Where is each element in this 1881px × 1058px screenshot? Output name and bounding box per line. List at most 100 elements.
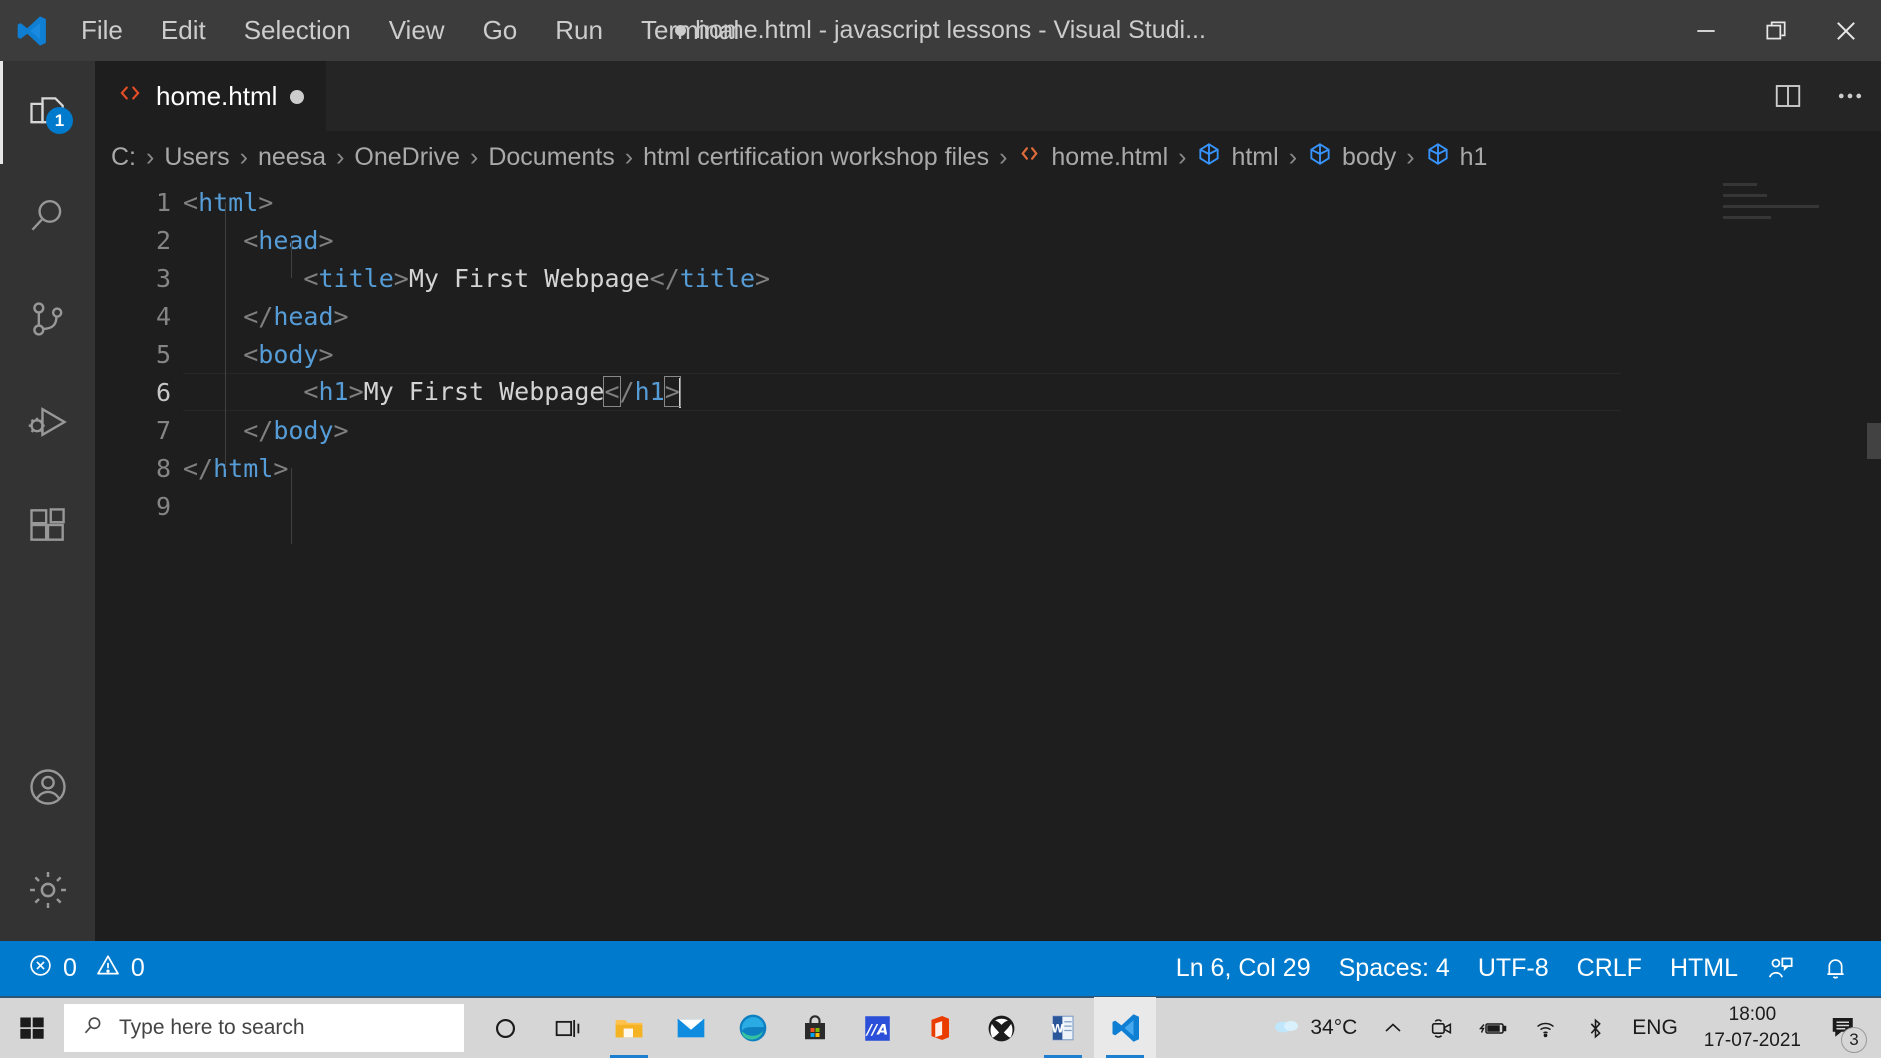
menu-view[interactable]: View [370, 9, 464, 52]
minimap-line [1723, 216, 1771, 219]
meet-now-icon[interactable] [1417, 997, 1466, 1058]
edge-icon[interactable] [722, 997, 784, 1058]
status-cursor-position[interactable]: Ln 6, Col 29 [1162, 941, 1325, 996]
code-line[interactable]: 2 <head> [95, 221, 1881, 259]
code-line[interactable]: 8 </html> [95, 449, 1881, 487]
sidebar-item-manage[interactable] [0, 838, 95, 941]
word-icon[interactable]: W [1032, 997, 1094, 1058]
minimap[interactable] [1723, 183, 1863, 941]
windows-start-icon[interactable] [0, 997, 64, 1058]
weather-widget[interactable]: 34°C [1260, 997, 1369, 1058]
xbox-icon[interactable] [970, 997, 1032, 1058]
breadcrumb-item-drive[interactable]: C: [105, 143, 142, 172]
sidebar-item-accounts[interactable] [0, 735, 95, 838]
breadcrumb-item-documents[interactable]: Documents [482, 143, 620, 172]
sidebar-item-source-control[interactable] [0, 267, 95, 370]
code-lines: 1 <html> 2 <head> 3 <title>My First Webpage… [95, 183, 1881, 525]
html-tag-icon [1017, 141, 1042, 173]
code-editor[interactable]: 1 <html> 2 <head> 3 <title>My First Webpage… [95, 183, 1881, 941]
code-line[interactable]: 7 </body> [95, 411, 1881, 449]
bell-icon[interactable] [1808, 941, 1863, 996]
minimize-button[interactable] [1671, 0, 1741, 61]
error-count: 0 [63, 954, 77, 982]
breadcrumb-item-symbol-html[interactable]: html [1190, 141, 1284, 174]
tab-home-html[interactable]: home.html [95, 61, 327, 131]
wifi-icon[interactable] [1520, 997, 1571, 1058]
symbol-field-icon [1425, 141, 1451, 174]
status-indentation[interactable]: Spaces: 4 [1325, 941, 1464, 996]
status-problems[interactable]: 0 0 [14, 941, 159, 996]
scrollbar-thumb[interactable] [1867, 423, 1881, 459]
breadcrumb-item-neesa[interactable]: neesa [252, 143, 332, 172]
blue-app-icon[interactable]: //A [846, 997, 908, 1058]
line-number: 9 [155, 491, 171, 521]
bluetooth-icon[interactable] [1571, 997, 1620, 1058]
search-input[interactable]: Type here to search [64, 1004, 464, 1052]
text-cursor [678, 377, 681, 408]
split-editor-icon[interactable] [1757, 61, 1819, 131]
code-line[interactable]: 4 </head> [95, 297, 1881, 335]
code-line[interactable]: 6 <h1>My First Webpage</h1> [95, 373, 1881, 411]
feedback-icon[interactable] [1752, 941, 1808, 996]
store-icon[interactable] [784, 997, 846, 1058]
code-line[interactable]: 3 <title>My First Webpage</title> [95, 259, 1881, 297]
breadcrumb-item-file[interactable]: home.html [1011, 141, 1174, 173]
file-explorer-icon[interactable] [598, 997, 660, 1058]
mail-icon[interactable] [660, 997, 722, 1058]
line-number: 7 [155, 415, 171, 445]
status-bar: 0 0 Ln 6, Col 29 Spaces: 4 UTF-8 CRLF HT… [0, 941, 1881, 996]
minimap-line [1723, 205, 1819, 208]
breadcrumb-item-users[interactable]: Users [158, 143, 235, 172]
breadcrumb-label: C: [111, 142, 136, 171]
weather-temperature: 34°C [1310, 1016, 1358, 1039]
line-number: 6 [155, 377, 171, 407]
clock[interactable]: 18:00 17-07-2021 [1690, 997, 1815, 1058]
code-line[interactable]: 1 <html> [95, 183, 1881, 221]
menu-edit[interactable]: Edit [142, 9, 225, 52]
sidebar-item-run-and-debug[interactable] [0, 370, 95, 473]
code-token: < [603, 375, 621, 407]
code-line[interactable]: 5 <body> [95, 335, 1881, 373]
menu-selection[interactable]: Selection [225, 9, 370, 52]
maximize-restore-button[interactable] [1741, 0, 1811, 61]
battery-charging-icon[interactable] [1466, 997, 1520, 1058]
vscode-icon[interactable] [1094, 997, 1156, 1058]
breadcrumb-item-symbol-h1[interactable]: h1 [1419, 141, 1494, 174]
language-indicator[interactable]: ENG [1620, 997, 1690, 1058]
menu-run[interactable]: Run [536, 9, 622, 52]
activity-bar: 1 [0, 61, 95, 941]
status-encoding[interactable]: UTF-8 [1464, 941, 1563, 996]
warning-count: 0 [130, 954, 145, 982]
breadcrumb-item-onedrive[interactable]: OneDrive [348, 143, 466, 172]
line-number: 2 [155, 225, 171, 255]
menu-go[interactable]: Go [464, 9, 537, 52]
cortana-icon[interactable] [474, 997, 536, 1058]
task-view-icon[interactable] [536, 997, 598, 1058]
menu-terminal[interactable]: Terminal [622, 9, 758, 52]
breadcrumb-separator: › [999, 142, 1008, 171]
sidebar-item-search[interactable] [0, 164, 95, 267]
breadcrumb-label: Users [164, 142, 230, 171]
action-center-icon[interactable]: 3 [1815, 997, 1873, 1058]
breadcrumb-item-symbol-body[interactable]: body [1301, 141, 1402, 174]
code-token: title [318, 263, 394, 293]
code-line[interactable]: 9 [95, 487, 1881, 525]
status-eol[interactable]: CRLF [1563, 941, 1656, 996]
ellipsis-icon[interactable] [1819, 61, 1881, 131]
code-token: My First Webpage [408, 263, 650, 293]
sidebar-item-explorer[interactable]: 1 [0, 61, 95, 164]
menu-file[interactable]: File [62, 9, 142, 52]
sidebar-item-extensions[interactable] [0, 473, 95, 576]
code-token: head [273, 301, 334, 331]
breadcrumb-separator: › [336, 142, 345, 171]
close-button[interactable] [1811, 0, 1881, 61]
office-icon[interactable] [908, 997, 970, 1058]
indent-guide [291, 468, 292, 544]
search-icon [82, 1014, 105, 1043]
breadcrumb-item-folder[interactable]: html certification workshop files [637, 143, 995, 172]
status-language-mode[interactable]: HTML [1656, 941, 1752, 996]
chevron-up-icon[interactable] [1369, 997, 1417, 1058]
cloud-icon [1272, 1013, 1302, 1043]
clock-time: 18:00 [1728, 1004, 1777, 1026]
breadcrumb-label: OneDrive [354, 142, 460, 171]
